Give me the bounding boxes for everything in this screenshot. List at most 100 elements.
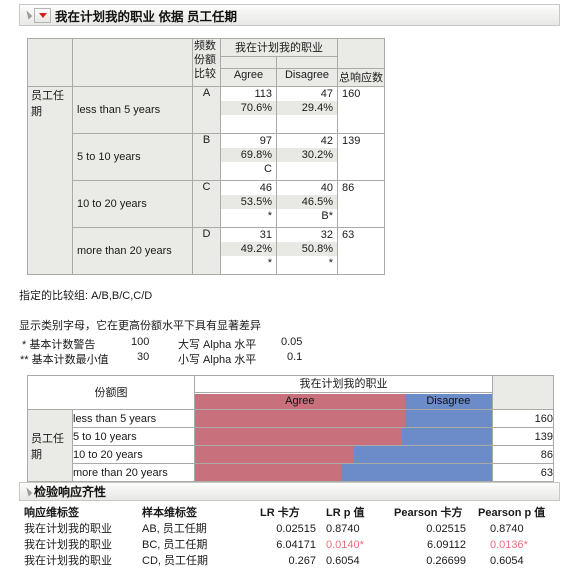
cell-pearson-chisq: 0.26699 [426, 555, 466, 567]
cell-3-total: 63 [337, 227, 385, 275]
cell-pct: 29.4% [277, 101, 337, 115]
bar-segment-disagree [353, 446, 492, 463]
note-min-value: 30 [137, 351, 150, 363]
stat-label-frequency: 频数 [194, 40, 216, 52]
share-header-row: 份额图 我在计划我的职业 [27, 375, 554, 410]
row-label-0: less than 5 years [77, 104, 161, 116]
col-header-response: 响应维标签 [24, 507, 79, 519]
bar-segment-agree [195, 428, 403, 445]
cell-2-total: 86 [337, 180, 385, 228]
cell-pct: 53.5% [221, 195, 276, 209]
header-spacer-agree [220, 56, 277, 69]
share-chart: 份额图 我在计划我的职业 Agree Disagree 员工任期 less th… [27, 375, 554, 482]
row-letter-cell-1: B [192, 133, 221, 181]
share-row: more than 20 years 63 [28, 463, 554, 482]
share-group-title: 我在计划我的职业 [194, 375, 493, 393]
bar-segment-disagree [341, 464, 492, 481]
row-label-cell-3: more than 20 years [72, 227, 193, 275]
share-row: 10 to 20 years 86 [28, 445, 554, 464]
cell-2-agree: 46 53.5% * [220, 180, 277, 228]
cell-cmp: * [267, 210, 272, 222]
header-corner-blank [27, 38, 73, 87]
cell-cmp [221, 115, 276, 129]
cell-count: 46 [259, 182, 272, 194]
outline-header-tests[interactable]: 检验响应齐性 [19, 482, 560, 501]
note-comparison-groups: 指定的比较组: A/B,B/C,C/D [19, 290, 153, 302]
cell-cmp: C [264, 163, 272, 175]
stat-label-compare: 比较 [194, 68, 216, 80]
share-count-1: 139 [492, 427, 554, 446]
table-row: 我在计划我的职业 AB, 员工任期 0.02515 0.8740 0.02515… [24, 521, 565, 537]
table-header-row: 频数 份额 比较 我在计划我的职业 [27, 38, 385, 87]
cell-lr-p: 0.0140* [326, 539, 364, 551]
share-count-0: 160 [492, 409, 554, 428]
note-warn-value: 100 [131, 336, 150, 348]
row-letter-cell-0: A [192, 86, 221, 134]
bar-segment-disagree [402, 428, 492, 445]
cell-cmp: * [267, 257, 272, 269]
cell-pct: 46.5% [277, 195, 337, 209]
stat-label-stack: 频数 份额 比较 [192, 38, 221, 87]
bar-segment-agree [195, 446, 354, 463]
cell-3-disagree: 32 50.8% * [276, 227, 338, 275]
row-label-2: 10 to 20 years [77, 198, 147, 210]
cell-0-total: 160 [337, 86, 385, 134]
share-row-label-2: 10 to 20 years [72, 445, 195, 464]
note-warn-label: * 基本计数警告 [22, 339, 96, 351]
tests-section-title: 检验响应齐性 [34, 485, 107, 499]
cell-response: 我在计划我的职业 [24, 523, 112, 535]
cell-pct: 70.6% [221, 101, 276, 115]
cell-pct: 30.2% [277, 148, 337, 162]
share-count-2: 86 [492, 445, 554, 464]
column-header-total: 总响应数 [337, 68, 385, 87]
share-header-blank [492, 375, 554, 410]
cell-lr-chisq: 6.04171 [276, 539, 316, 551]
cell-0-disagree: 47 29.4% [276, 86, 338, 134]
header-spacer-disagree [276, 56, 338, 69]
note-upper-alpha-value: 0.05 [281, 336, 303, 348]
row-total: 86 [342, 182, 355, 194]
row-total: 160 [342, 88, 361, 100]
note-legend-line: 显示类别字母，它在更高份额水平下具有显著差异 [19, 320, 261, 332]
cell-pearson-p: 0.8740 [490, 523, 524, 535]
outline-header-main[interactable]: 我在计划我的职业 依据 员工任期 [19, 4, 560, 26]
cell-response: 我在计划我的职业 [24, 539, 112, 551]
bar-segment-agree [195, 410, 405, 427]
cell-cmp [277, 162, 337, 176]
cell-lr-p: 0.6054 [326, 555, 360, 567]
legend-item-disagree: Disagree [404, 393, 492, 409]
cell-lr-chisq: 0.02515 [276, 523, 316, 535]
share-row: 5 to 10 years 139 [28, 427, 554, 446]
red-dropdown-icon[interactable] [34, 7, 51, 23]
row-label-1: 5 to 10 years [77, 151, 141, 163]
cell-pct: 50.8% [277, 242, 337, 256]
cell-cmp [277, 115, 337, 129]
triangle-collapse-icon[interactable] [22, 10, 33, 20]
cell-count: 47 [320, 88, 333, 100]
table-row: 我在计划我的职业 BC, 员工任期 6.04171 0.0140* 6.0911… [24, 537, 565, 553]
row-letter-cell-3: D [192, 227, 221, 275]
legend-item-agree: Agree [195, 393, 405, 409]
bar-segment-agree [195, 464, 342, 481]
row-letter-cell-2: C [192, 180, 221, 228]
cell-sample: AB, 员工任期 [142, 523, 207, 535]
cell-0-agree: 113 70.6% [220, 86, 277, 134]
header-corner-blank-2 [72, 38, 193, 87]
stat-label-share: 份额 [193, 53, 220, 67]
share-row-label-3: more than 20 years [72, 463, 195, 482]
row-letter-3: D [202, 228, 211, 240]
table-row: 我在计划我的职业 CD, 员工任期 0.267 0.6054 0.26699 0… [24, 553, 565, 569]
note-min-label: ** 基本计数最小值 [20, 354, 109, 366]
cell-count: 32 [320, 229, 333, 241]
share-row-group-title: 员工任期 [31, 432, 64, 461]
cell-count: 31 [259, 229, 272, 241]
col-header-pearson-p: Pearson p 值 [478, 507, 546, 519]
cell-cmp: B* [321, 210, 333, 222]
table-row: 10 to 20 years C 46 53.5% * 40 46.5% B* [28, 180, 385, 228]
cell-1-agree: 97 69.8% C [220, 133, 277, 181]
share-row-label-1: 5 to 10 years [72, 427, 195, 446]
triangle-collapse-icon[interactable] [22, 486, 33, 497]
cell-count: 97 [259, 135, 272, 147]
cell-pearson-chisq: 0.02515 [426, 523, 466, 535]
table-row: 员工任期 less than 5 years A 113 70.6% 47 29… [27, 86, 385, 275]
